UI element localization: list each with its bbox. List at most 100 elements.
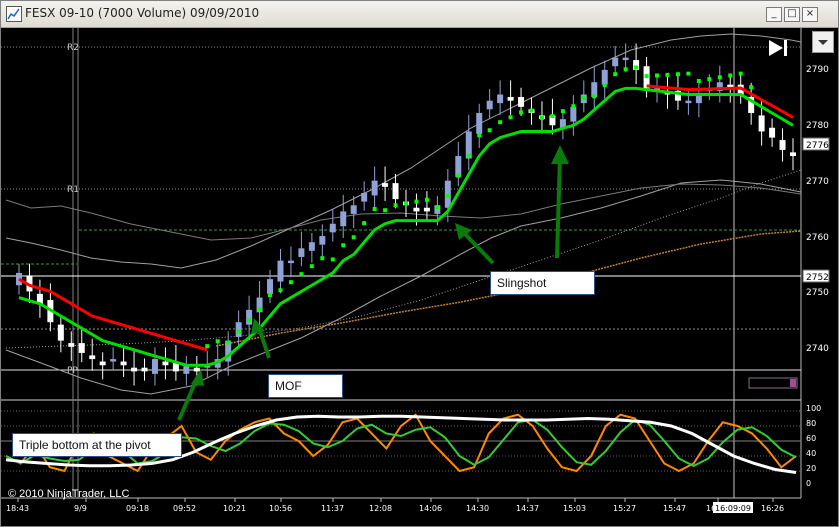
pivot-r1-label: R1	[67, 185, 79, 195]
price-bar	[287, 260, 294, 264]
signal-dot	[268, 293, 273, 298]
time-tick: 14:37	[516, 504, 539, 513]
price-bar	[267, 279, 274, 294]
signal-dot	[738, 71, 743, 76]
minimize-button[interactable]: _	[766, 7, 782, 22]
signal-dot	[634, 65, 639, 70]
close-button[interactable]: ×	[802, 7, 818, 22]
signal-dot	[539, 115, 544, 120]
signal-dot	[236, 329, 241, 334]
price-bar	[392, 183, 399, 200]
signal-dot	[414, 199, 419, 204]
price-bar	[361, 192, 368, 202]
osc-tick: 100	[806, 404, 821, 413]
signal-dot	[696, 78, 701, 83]
annotation-mof: MOF	[268, 374, 343, 398]
signal-dot	[613, 72, 618, 77]
signal-dot	[320, 256, 325, 261]
price-bar	[57, 324, 64, 341]
signal-dot	[655, 73, 660, 78]
chart-app-icon	[6, 6, 22, 22]
signal-dot	[529, 108, 534, 113]
time-tick: 9/9	[74, 504, 87, 513]
signal-dot	[215, 339, 220, 344]
time-tick: 09:18	[126, 504, 149, 513]
price-bar	[601, 69, 608, 85]
time-tick: 12:08	[369, 504, 392, 513]
price-bar	[340, 211, 347, 227]
signal-dot	[623, 67, 628, 72]
price-bar	[308, 242, 315, 251]
scroll-to-end-button[interactable]	[766, 38, 790, 58]
price-bar	[151, 359, 158, 374]
time-tick: 18:43	[6, 504, 29, 513]
price-bar	[518, 96, 525, 107]
time-tick: 11:37	[321, 504, 344, 513]
price-bar	[685, 100, 692, 104]
cursor-time-label: 16:09:09	[715, 504, 751, 513]
signal-dot	[477, 133, 482, 138]
signal-dot	[592, 94, 597, 99]
price-bar	[423, 207, 430, 212]
price-bar	[382, 183, 389, 187]
chart-area[interactable]: R2 R1 PP 2790 2780 2770 2760 2750 2740 2	[1, 28, 838, 526]
price-bar	[413, 207, 420, 212]
time-tick: 14:06	[419, 504, 442, 513]
price-bar	[319, 236, 326, 245]
price-bar	[68, 343, 75, 347]
indicator-box-fill	[790, 379, 796, 387]
price-bar	[99, 361, 106, 366]
upper-band	[5, 33, 802, 269]
price-tick: 2790	[806, 65, 829, 75]
signal-dot	[644, 74, 649, 79]
price-bar	[622, 57, 629, 61]
signal-dot	[205, 344, 210, 349]
price-bar	[371, 180, 378, 196]
price-bar	[769, 127, 776, 138]
outer-band	[5, 183, 802, 241]
time-tick: 15:47	[663, 504, 686, 513]
signal-dot	[226, 340, 231, 345]
signal-dot	[362, 221, 367, 226]
annotation-slingshot: Slingshot	[490, 271, 595, 295]
window-title: FESX 09-10 (7000 Volume) 09/09/2010	[25, 6, 260, 20]
price-bar	[78, 343, 85, 353]
ema-slow-line	[18, 277, 208, 352]
price-bar	[570, 106, 577, 122]
signal-dot	[372, 206, 377, 211]
osc-tick: 40	[806, 449, 816, 458]
price-bar	[298, 248, 305, 257]
signal-dot	[424, 197, 429, 202]
osc-tick: 60	[806, 434, 816, 443]
arrowhead-icon	[551, 145, 569, 164]
signal-dot	[665, 72, 670, 77]
moving-averages	[18, 84, 794, 367]
price-bar	[89, 355, 96, 360]
signal-dot	[330, 257, 335, 262]
trend-line-dotted	[5, 169, 802, 349]
signal-dot	[508, 115, 513, 120]
copyright-text: © 2010 NinjaTrader, LLC	[8, 488, 130, 500]
chart-options-dropdown[interactable]	[812, 31, 834, 53]
maximize-button[interactable]: □	[784, 7, 800, 22]
time-axis: 18:43 9/9 09:18 09:52 10:21 10:56 11:37 12:08 14…	[6, 498, 784, 513]
title-bar[interactable]: FESX 09-10 (7000 Volume) 09/09/2010 _ □ …	[1, 1, 838, 28]
signal-dot	[435, 205, 440, 210]
current-price-label: 2776	[806, 141, 829, 151]
skip-end-icon	[769, 40, 787, 56]
arrowhead-icon	[191, 369, 204, 386]
signal-dot	[519, 110, 524, 115]
price-bar	[758, 115, 765, 132]
price-tick: 2770	[806, 177, 829, 187]
signal-dot	[383, 208, 388, 213]
price-bar	[141, 367, 148, 372]
time-tick: 16:26	[761, 504, 784, 513]
price-axis: 2790 2780 2770 2760 2750 2740	[806, 65, 829, 354]
pivot-r2-label: R2	[67, 43, 79, 53]
price-tick: 2780	[806, 121, 829, 131]
time-tick: 15:03	[563, 504, 586, 513]
signal-dot	[393, 203, 398, 208]
signal-dot	[686, 71, 691, 76]
signal-dot	[445, 194, 450, 199]
time-tick: 14:30	[466, 504, 489, 513]
